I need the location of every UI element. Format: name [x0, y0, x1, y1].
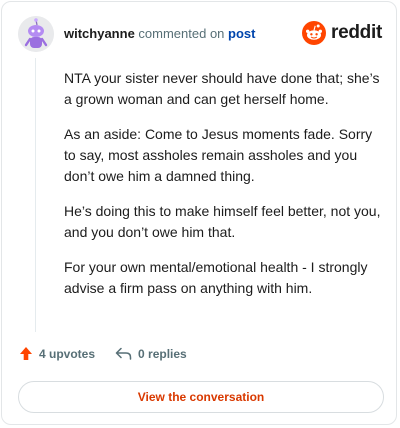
comment-paragraph: As an aside: Come to Jesus moments fade.… — [64, 126, 373, 184]
comment-paragraph: NTA your sister never should have done t… — [64, 70, 380, 107]
comment-body: NTA your sister never should have done t… — [64, 68, 382, 313]
reddit-logo[interactable]: reddit — [302, 21, 382, 45]
reply-arrow-icon — [115, 347, 132, 360]
comment-header: witchyanne commented on post — [64, 26, 256, 42]
reddit-alien-icon — [302, 21, 327, 45]
snoo-avatar-icon — [18, 16, 54, 52]
reply-button[interactable]: 0 replies — [115, 347, 187, 361]
reply-count: 0 replies — [138, 346, 187, 361]
upvote-arrow-icon — [20, 347, 32, 360]
comment-paragraph: He’s doing this to make himself feel bet… — [64, 203, 381, 240]
view-conversation-button[interactable]: View the conversation — [18, 381, 384, 413]
post-link[interactable]: post — [228, 26, 255, 41]
user-avatar[interactable] — [18, 16, 54, 52]
upvote-count: 4 upvotes — [39, 346, 96, 361]
username-link[interactable]: witchyanne — [64, 26, 135, 41]
comment-paragraph: For your own mental/emotional health - I… — [64, 259, 368, 296]
reddit-wordmark: reddit — [331, 22, 382, 43]
thread-line — [35, 58, 36, 332]
upvote-button[interactable]: 4 upvotes — [19, 346, 95, 361]
comment-embed-card: witchyanne commented on post reddit NTA … — [1, 1, 397, 425]
comment-action-text: commented on — [138, 26, 225, 41]
comment-footer: 4 upvotes 0 replies — [19, 346, 187, 361]
